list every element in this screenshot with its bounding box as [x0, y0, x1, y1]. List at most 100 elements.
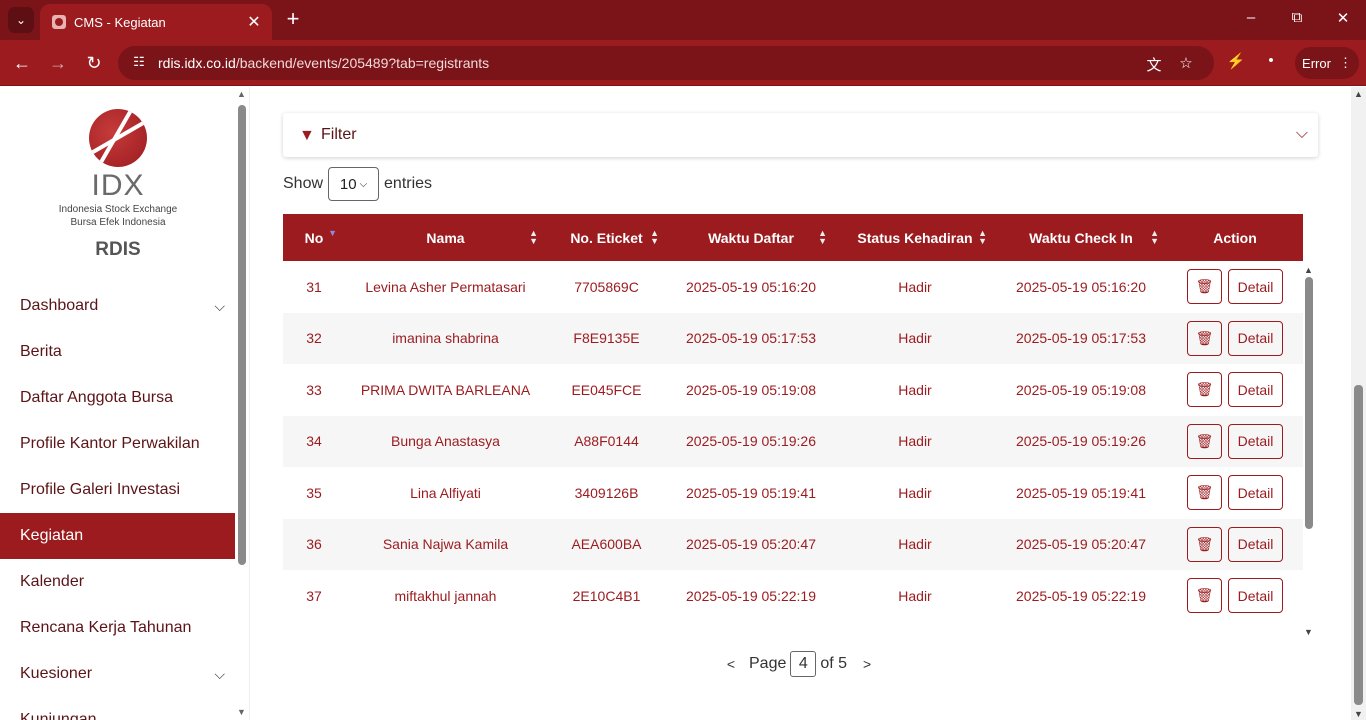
detail-button[interactable]: Detail — [1228, 578, 1283, 614]
page-scrollbar[interactable]: ▲ ▼ — [1351, 87, 1366, 720]
forward-icon[interactable]: → — [46, 51, 70, 75]
page-scroll-thumb[interactable] — [1354, 385, 1363, 705]
chevron-down-icon: ⌵ — [359, 178, 368, 190]
cell-action: 🗑 Detail — [1167, 570, 1303, 622]
cell-status: Hadir — [898, 587, 932, 604]
detail-button[interactable]: Detail — [1228, 475, 1283, 511]
reload-icon[interactable]: ↻ — [82, 51, 106, 75]
delete-button[interactable]: 🗑 — [1187, 372, 1222, 408]
sort-icon: ▲ ▼ — [1150, 228, 1159, 246]
sidebar-item-kunjungan[interactable]: Kunjungan — [0, 697, 235, 720]
cell-waktu-check-in: 2025-05-19 05:17:53 — [1016, 330, 1146, 347]
logo-subtitle-id: Bursa Efek Indonesia — [70, 217, 166, 228]
detail-button[interactable]: Detail — [1228, 423, 1283, 459]
table-scrollbar[interactable]: ▲ ▼ — [1304, 263, 1313, 638]
col-header-eticket[interactable]: No. Eticket ▲ ▼ — [546, 214, 667, 261]
scroll-down-icon[interactable]: ▼ — [1304, 627, 1313, 637]
new-tab-icon[interactable]: + — [282, 8, 304, 32]
col-header-status-kehadiran[interactable]: Status Kehadiran ▲ ▼ — [835, 214, 995, 261]
sidebar-item-kalender[interactable]: Kalender — [0, 559, 235, 605]
sort-icon: ▲ ▼ — [818, 228, 827, 246]
col-header-waktu-daftar[interactable]: Waktu Daftar ▲ ▼ — [667, 214, 835, 261]
delete-button[interactable]: 🗑 — [1187, 320, 1222, 356]
scroll-up-icon[interactable]: ▲ — [1354, 89, 1363, 99]
detail-button[interactable]: Detail — [1228, 526, 1283, 562]
trash-icon: 🗑 — [1195, 587, 1214, 604]
cell-status: Hadir — [898, 330, 932, 347]
table-scroll-thumb[interactable] — [1305, 277, 1313, 529]
delete-button[interactable]: 🗑 — [1187, 526, 1222, 562]
col-header-waktu-check-in[interactable]: Waktu Check In ▲ ▼ — [995, 214, 1167, 261]
window-close-icon[interactable]: ✕ — [1331, 9, 1355, 27]
url-text: rdis.idx.co.id/backend/events/205489?tab… — [158, 55, 490, 71]
cell-waktu-check-in: 2025-05-19 05:16:20 — [1016, 278, 1146, 295]
bookmark-star-icon[interactable]: ☆ — [1176, 54, 1196, 72]
sidebar-item-rencana-kerja-tahunan[interactable]: Rencana Kerja Tahunan — [0, 605, 235, 651]
detail-button[interactable]: Detail — [1228, 320, 1283, 356]
trash-icon: 🗑 — [1195, 535, 1214, 552]
cell-waktu-check-in: 2025-05-19 05:19:41 — [1016, 484, 1146, 501]
cell-status: Hadir — [898, 278, 932, 295]
delete-button[interactable]: 🗑 — [1187, 269, 1222, 305]
table-row: 36 Sania Najwa Kamila AEA600BA 2025-05-19 0… — [283, 518, 1303, 570]
profile-dot-icon[interactable]: • — [1260, 52, 1282, 69]
detail-button[interactable]: Detail — [1228, 372, 1283, 408]
browser-tab[interactable]: CMS - Kegiatan ✕ — [40, 4, 272, 40]
cell-status: Hadir — [898, 433, 932, 450]
cell-status: Hadir — [898, 381, 932, 398]
col-header-label: Waktu Check In — [1029, 229, 1133, 246]
minimize-icon[interactable]: – — [1239, 9, 1263, 26]
sidebar-item-label: Rencana Kerja Tahunan — [20, 619, 192, 636]
col-header-nama[interactable]: Nama ▲ ▼ — [345, 214, 546, 261]
delete-button[interactable]: 🗑 — [1187, 475, 1222, 511]
maximize-icon[interactable]: ⧉ — [1285, 9, 1309, 26]
sidebar: IDX Indonesia Stock Exchange Bursa Efek … — [0, 87, 250, 720]
sidebar-item-kegiatan[interactable]: Kegiatan — [0, 513, 235, 559]
entries-select[interactable]: 10 ⌵ — [328, 167, 380, 201]
delete-button[interactable]: 🗑 — [1187, 423, 1222, 459]
next-page-button[interactable]: > — [857, 656, 877, 672]
sidebar-scrollbar[interactable]: ▲ ▼ — [237, 89, 246, 717]
sidebar-item-daftar-anggota-bursa[interactable]: Daftar Anggota Bursa — [0, 375, 235, 421]
site-info-icon[interactable]: ☷ — [130, 54, 148, 72]
scroll-down-icon[interactable]: ▼ — [237, 707, 246, 717]
cell-no: 33 — [306, 381, 322, 398]
kebab-menu-icon[interactable]: ⋮ — [1339, 55, 1352, 71]
sidebar-scroll-thumb[interactable] — [238, 105, 246, 565]
col-header-action: Action — [1167, 214, 1303, 261]
prev-page-button[interactable]: < — [721, 656, 741, 672]
sidebar-item-profile-kantor-perwakilan[interactable]: Profile Kantor Perwakilan — [0, 421, 235, 467]
sidebar-item-dashboard[interactable]: Dashboard ⌵ — [0, 283, 235, 329]
translate-icon[interactable]: 文 — [1144, 54, 1164, 75]
cell-waktu-check-in: 2025-05-19 05:19:26 — [1016, 433, 1146, 450]
address-bar[interactable]: ☷ rdis.idx.co.id/backend/events/205489?t… — [118, 46, 1214, 80]
sidebar-item-kuesioner[interactable]: Kuesioner ⌵ — [0, 651, 235, 697]
cell-nama: Lina Alfiyati — [410, 484, 481, 501]
cell-eticket: 7705869C — [574, 278, 639, 295]
extension-icon[interactable]: ⚡ — [1225, 52, 1247, 70]
sort-icon: ▲ ▼ — [978, 228, 987, 246]
sidebar-item-profile-galeri-investasi[interactable]: Profile Galeri Investasi — [0, 467, 235, 513]
cell-waktu-daftar: 2025-05-19 05:19:26 — [686, 433, 816, 450]
browser-toolbar: ← → ↻ ☷ rdis.idx.co.id/backend/events/20… — [0, 40, 1366, 86]
chevron-down-icon[interactable]: ⌵ — [1296, 125, 1308, 143]
tab-search-icon[interactable]: ⌄ — [8, 7, 34, 33]
delete-button[interactable]: 🗑 — [1187, 578, 1222, 614]
filter-icon: ▼ — [299, 127, 315, 144]
cell-nama: miftakhul jannah — [394, 587, 497, 604]
detail-button[interactable]: Detail — [1228, 269, 1283, 305]
cell-action: 🗑 Detail — [1167, 416, 1303, 468]
tab-close-icon[interactable]: ✕ — [246, 12, 262, 32]
sidebar-item-berita[interactable]: Berita — [0, 329, 235, 375]
scroll-down-icon[interactable]: ▼ — [1354, 709, 1363, 719]
page-number-input[interactable]: 4 — [790, 651, 817, 677]
col-header-no[interactable]: No ▼ — [283, 214, 345, 261]
back-icon[interactable]: ← — [10, 51, 34, 75]
profile-error-button[interactable]: Error ⋮ — [1295, 47, 1359, 79]
scroll-up-icon[interactable]: ▲ — [237, 89, 246, 99]
sidebar-item-label: Kuesioner — [20, 665, 93, 682]
profile-error-label: Error — [1302, 55, 1331, 71]
filter-panel[interactable]: ▼ Filter ⌵ — [283, 113, 1318, 157]
cell-eticket: F8E9135E — [573, 330, 640, 347]
scroll-up-icon[interactable]: ▲ — [1304, 265, 1313, 275]
